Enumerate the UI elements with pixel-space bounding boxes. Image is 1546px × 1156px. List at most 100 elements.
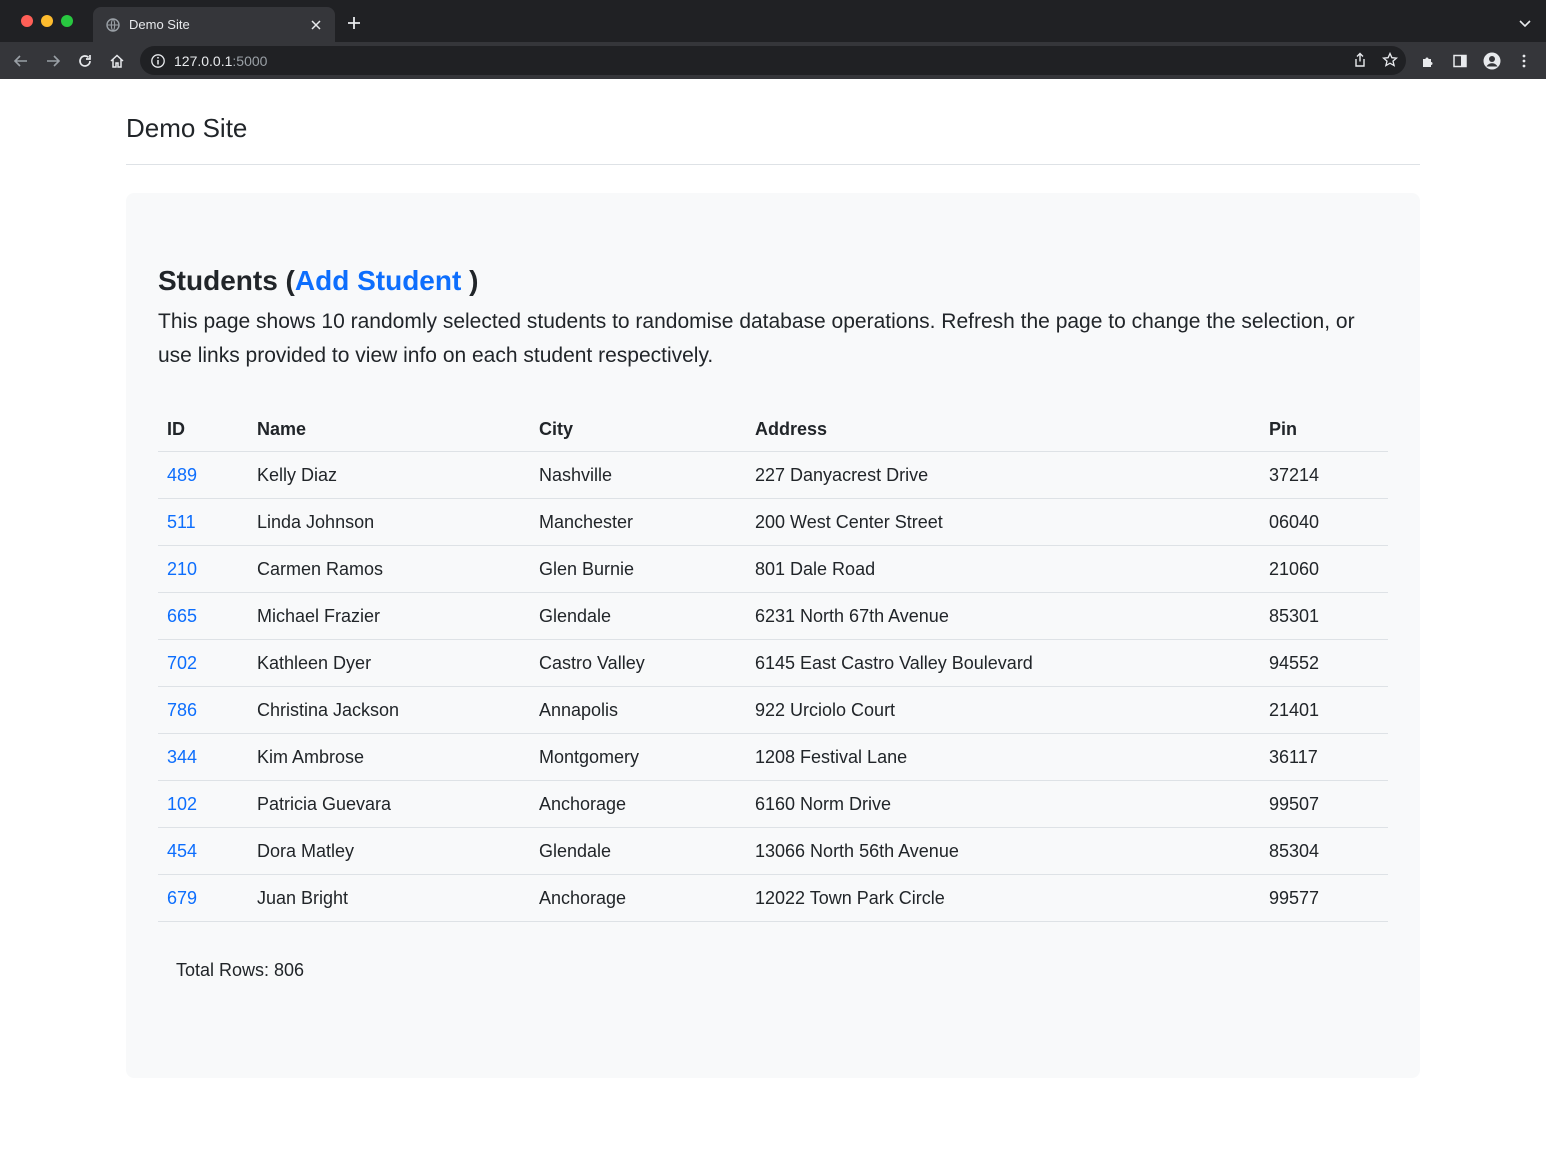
student-id-link[interactable]: 454	[167, 841, 197, 861]
site-title[interactable]: Demo Site	[126, 113, 247, 144]
cell-id: 210	[158, 545, 248, 593]
student-id-link[interactable]: 344	[167, 747, 197, 767]
cell-name: Linda Johnson	[248, 498, 530, 546]
column-header-pin: Pin	[1260, 407, 1388, 452]
share-icon[interactable]	[1352, 52, 1368, 73]
table-row: 489 Kelly Diaz Nashville 227 Danyacrest Dri…	[158, 451, 1388, 499]
table-body: 489 Kelly Diaz Nashville 227 Danyacrest Dri…	[158, 451, 1388, 922]
browser-tab[interactable]: Demo Site	[93, 7, 335, 42]
student-id-link[interactable]: 102	[167, 794, 197, 814]
cell-id: 102	[158, 780, 248, 828]
total-rows: Total Rows: 806	[176, 960, 305, 980]
cell-city: Anchorage	[530, 874, 746, 922]
forward-arrow-icon[interactable]	[37, 45, 69, 77]
table-row: 210 Carmen Ramos Glen Burnie 801 Dale Road 2…	[158, 545, 1388, 593]
side-panel-icon[interactable]	[1444, 45, 1476, 77]
close-tab-icon[interactable]	[308, 17, 324, 33]
column-header-name: Name	[248, 407, 530, 452]
heading-suffix: )	[461, 265, 479, 296]
cell-id: 679	[158, 874, 248, 922]
url-host: 127.0.0.1	[174, 52, 233, 69]
cell-pin: 99507	[1260, 780, 1388, 828]
student-id-link[interactable]: 665	[167, 606, 197, 626]
table-row: 702 Kathleen Dyer Castro Valley 6145 East C…	[158, 639, 1388, 687]
cell-pin: 06040	[1260, 498, 1388, 546]
cell-pin: 21060	[1260, 545, 1388, 593]
student-id-link[interactable]: 511	[167, 512, 196, 532]
column-header-id: ID	[158, 407, 248, 452]
add-student-link[interactable]: Add Student	[295, 265, 461, 296]
student-id-link[interactable]: 702	[167, 653, 197, 673]
heading-prefix: Students (	[158, 265, 295, 296]
browser-chrome: Demo Site 127.0.0.1:5000	[0, 0, 1546, 79]
home-icon[interactable]	[101, 45, 133, 77]
cell-address: 1208 Festival Lane	[746, 733, 1260, 781]
cell-id: 344	[158, 733, 248, 781]
cell-id: 786	[158, 686, 248, 734]
students-table: ID Name City Address Pin 489 Kelly Diaz Na…	[158, 407, 1388, 922]
student-id-link[interactable]: 786	[167, 700, 197, 720]
bookmark-star-icon[interactable]	[1381, 51, 1399, 73]
page-description: This page shows 10 randomly selected stu…	[158, 310, 1355, 367]
cell-pin: 85304	[1260, 827, 1388, 875]
table-row: 102 Patricia Guevara Anchorage 6160 Norm Dr…	[158, 780, 1388, 828]
cell-city: Nashville	[530, 451, 746, 499]
minimize-window-button[interactable]	[41, 15, 53, 27]
cell-city: Anchorage	[530, 780, 746, 828]
close-window-button[interactable]	[21, 15, 33, 27]
cell-address: 6145 East Castro Valley Boulevard	[746, 639, 1260, 687]
extensions-icon[interactable]	[1412, 45, 1444, 77]
back-arrow-icon[interactable]	[5, 45, 37, 77]
maximize-window-button[interactable]	[61, 15, 73, 27]
cell-id: 489	[158, 451, 248, 499]
cell-id: 511	[158, 498, 248, 546]
cell-name: Carmen Ramos	[248, 545, 530, 593]
new-tab-icon[interactable]	[345, 14, 363, 32]
cell-address: 200 West Center Street	[746, 498, 1260, 546]
kebab-menu-icon[interactable]	[1508, 45, 1540, 77]
cell-city: Glen Burnie	[530, 545, 746, 593]
chevron-down-icon[interactable]	[1518, 16, 1532, 30]
table-row: 454 Dora Matley Glendale 13066 North 56th A…	[158, 827, 1388, 875]
table-row: 511 Linda Johnson Manchester 200 West Cente…	[158, 498, 1388, 546]
student-id-link[interactable]: 679	[167, 888, 197, 908]
globe-icon	[106, 17, 120, 32]
cell-name: Christina Jackson	[248, 686, 530, 734]
profile-avatar-icon[interactable]	[1476, 45, 1508, 77]
table-row: 679 Juan Bright Anchorage 12022 Town Park C…	[158, 874, 1388, 922]
cell-city: Montgomery	[530, 733, 746, 781]
tab-title: Demo Site	[129, 17, 190, 32]
table-row: 665 Michael Frazier Glendale 6231 North 67t…	[158, 592, 1388, 640]
window-controls	[21, 15, 73, 27]
column-header-address: Address	[746, 407, 1260, 452]
cell-name: Juan Bright	[248, 874, 530, 922]
cell-city: Glendale	[530, 827, 746, 875]
students-heading: Students (Add Student )	[158, 263, 1388, 299]
cell-pin: 85301	[1260, 592, 1388, 640]
cell-pin: 37214	[1260, 451, 1388, 499]
cell-name: Kelly Diaz	[248, 451, 530, 499]
cell-pin: 99577	[1260, 874, 1388, 922]
cell-id: 665	[158, 592, 248, 640]
cell-city: Castro Valley	[530, 639, 746, 687]
cell-pin: 36117	[1260, 733, 1388, 781]
table-row: 344 Kim Ambrose Montgomery 1208 Festival La…	[158, 733, 1388, 781]
site-header: Demo Site	[126, 109, 1420, 165]
reload-icon[interactable]	[69, 45, 101, 77]
cell-pin: 21401	[1260, 686, 1388, 734]
cell-address: 13066 North 56th Avenue	[746, 827, 1260, 875]
cell-name: Kim Ambrose	[248, 733, 530, 781]
student-id-link[interactable]: 210	[167, 559, 197, 579]
cell-id: 702	[158, 639, 248, 687]
students-panel: Students (Add Student ) This page shows …	[126, 193, 1420, 1078]
cell-name: Kathleen Dyer	[248, 639, 530, 687]
info-icon[interactable]	[150, 53, 166, 69]
url-text: 127.0.0.1:5000	[174, 53, 267, 69]
cell-address: 12022 Town Park Circle	[746, 874, 1260, 922]
cell-name: Dora Matley	[248, 827, 530, 875]
cell-id: 454	[158, 827, 248, 875]
cell-address: 227 Danyacrest Drive	[746, 451, 1260, 499]
address-bar[interactable]: 127.0.0.1:5000	[140, 46, 1406, 75]
student-id-link[interactable]: 489	[167, 465, 197, 485]
table-row: 786 Christina Jackson Annapolis 922 Urciolo…	[158, 686, 1388, 734]
